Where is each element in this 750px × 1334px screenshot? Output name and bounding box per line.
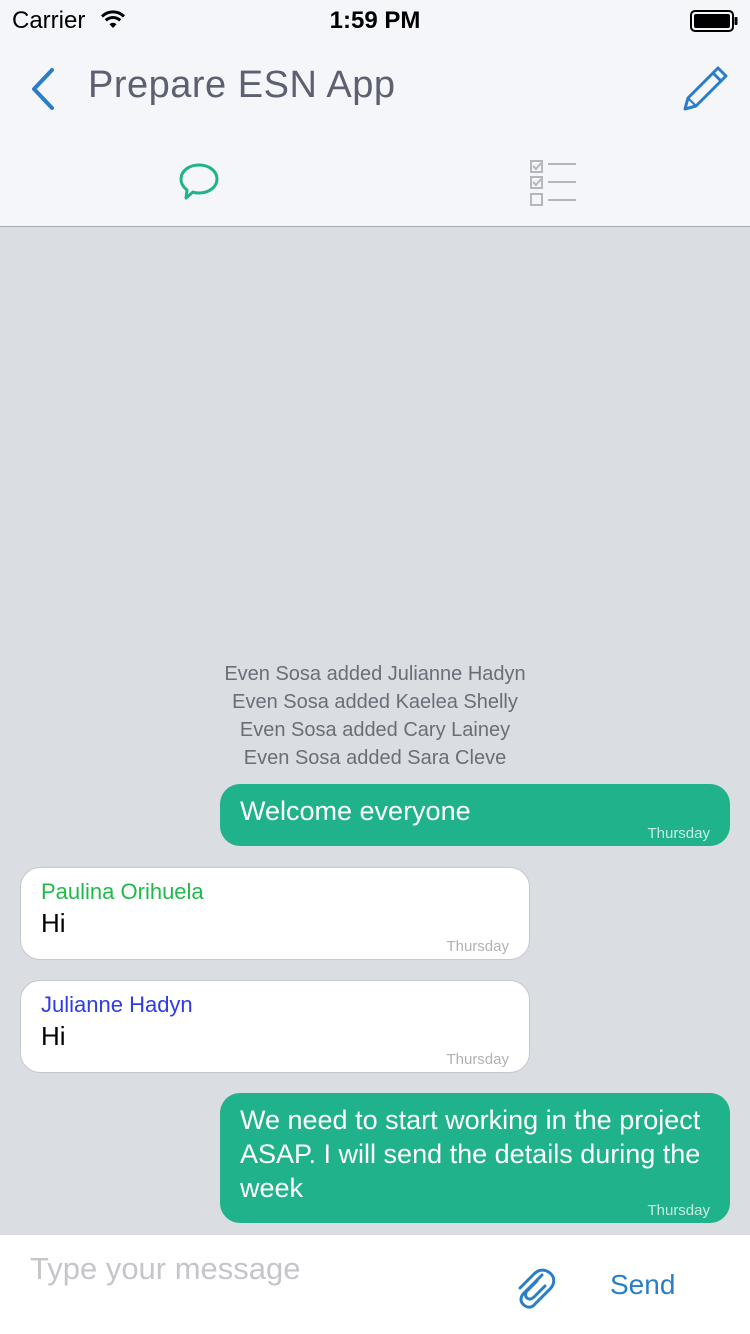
system-message: Even Sosa added Kaelea Shelly bbox=[232, 691, 518, 713]
system-message: Even Sosa added Sara Cleve bbox=[243, 747, 507, 769]
send-button[interactable]: Send bbox=[610, 1269, 675, 1301]
message-time: Thursday bbox=[647, 1202, 710, 1219]
system-message: Even Sosa added Cary Lainey bbox=[239, 719, 511, 741]
message-list[interactable]: Even Sosa added Julianne Hadyn Even Sosa… bbox=[0, 228, 750, 1234]
message-bubble-outgoing[interactable]: Welcome everyone Thursday bbox=[220, 784, 730, 846]
message-text: Hi bbox=[41, 908, 66, 938]
system-message: Even Sosa added Julianne Hadyn bbox=[224, 663, 526, 685]
system-messages: Even Sosa added Julianne Hadyn Even Sosa… bbox=[0, 660, 750, 772]
message-bubble-outgoing[interactable]: We need to start working in the project … bbox=[220, 1093, 730, 1223]
checklist-icon bbox=[530, 160, 576, 206]
page-title: Prepare ESN App bbox=[88, 64, 396, 106]
message-text: Welcome everyone bbox=[240, 796, 471, 826]
edit-button[interactable] bbox=[680, 64, 730, 114]
clock: 1:59 PM bbox=[329, 7, 421, 34]
message-bubble-incoming[interactable]: Paulina Orihuela Hi Thursday bbox=[20, 867, 530, 960]
message-time: Thursday bbox=[446, 938, 509, 955]
message-text: Hi bbox=[41, 1021, 66, 1051]
tab-bar bbox=[0, 132, 750, 227]
pencil-icon bbox=[683, 66, 728, 111]
message-bubble-incoming[interactable]: Julianne Hadyn Hi Thursday bbox=[20, 980, 530, 1073]
tab-chat[interactable] bbox=[0, 132, 375, 226]
navigation-bar: Prepare ESN App bbox=[0, 40, 750, 132]
tab-tasks[interactable] bbox=[375, 132, 750, 226]
chat-bubble-icon bbox=[179, 163, 219, 200]
message-input[interactable] bbox=[30, 1249, 490, 1289]
message-composer: Send bbox=[0, 1234, 750, 1334]
battery-icon bbox=[690, 10, 738, 39]
paperclip-icon bbox=[518, 1268, 556, 1309]
message-text: We need to start working in the project … bbox=[240, 1105, 701, 1203]
back-button[interactable] bbox=[24, 66, 64, 112]
message-time: Thursday bbox=[446, 1051, 509, 1068]
message-sender: Paulina Orihuela bbox=[41, 879, 204, 904]
message-sender: Julianne Hadyn bbox=[41, 992, 193, 1017]
status-bar: Carrier 1:59 PM bbox=[0, 0, 750, 40]
chevron-left-icon bbox=[32, 68, 54, 110]
message-time: Thursday bbox=[647, 825, 710, 842]
attach-button[interactable] bbox=[512, 1263, 556, 1311]
